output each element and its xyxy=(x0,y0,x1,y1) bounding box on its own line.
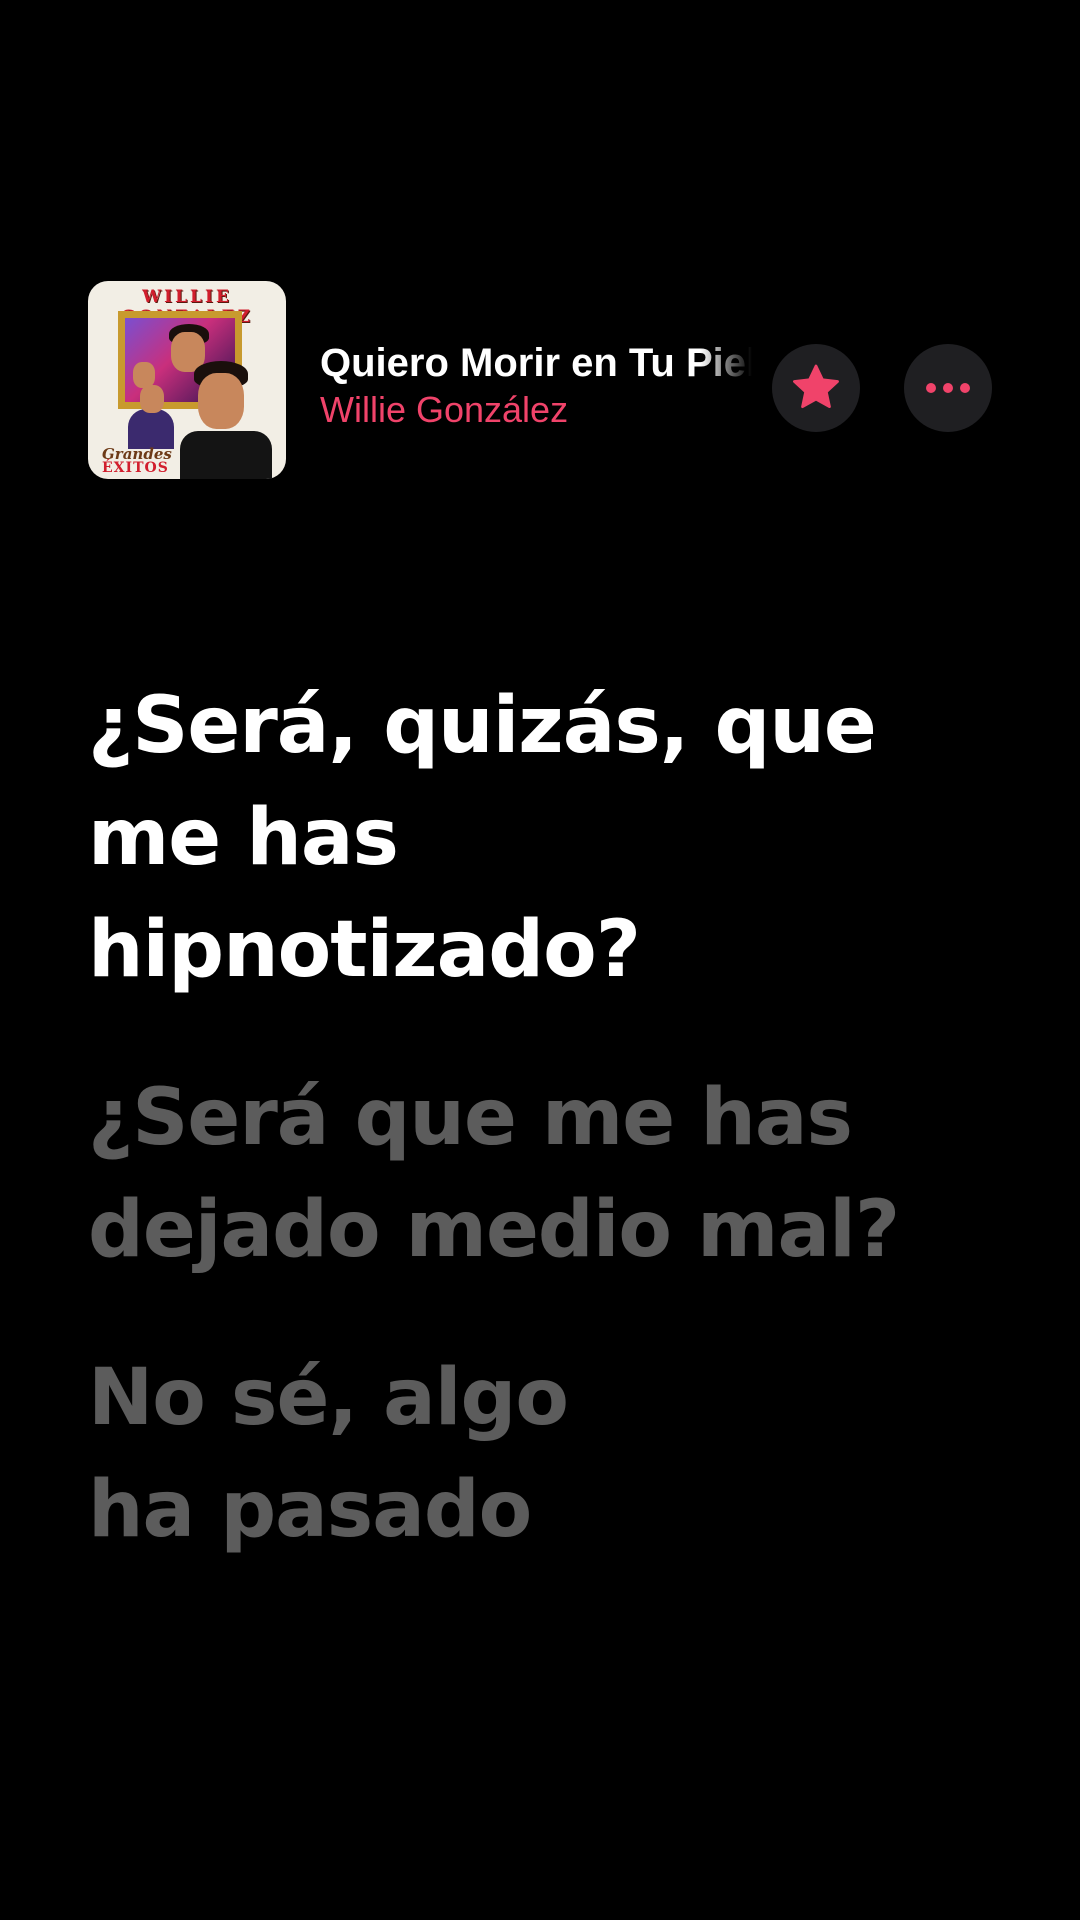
album-artwork[interactable]: WILLIE GONZALEZ Grandes ÉXITOS xyxy=(88,281,286,479)
lyric-line-current[interactable]: ¿Será, quizás, que me has hipnotizado? xyxy=(88,670,1018,1006)
ellipsis-icon xyxy=(926,383,970,393)
more-options-button[interactable] xyxy=(904,344,992,432)
lyric-line-upcoming[interactable]: No sé, algo ha pasado xyxy=(88,1342,1018,1566)
favorite-button[interactable] xyxy=(772,344,860,432)
track-title: Quiero Morir en Tu Piel xyxy=(320,341,752,385)
now-playing-header: WILLIE GONZALEZ Grandes ÉXITOS Quiero Mo… xyxy=(88,281,1000,479)
track-info[interactable]: Quiero Morir en Tu Piel Willie González xyxy=(320,340,752,432)
artist-name[interactable]: Willie González xyxy=(320,388,752,432)
lyrics-screen: WILLIE GONZALEZ Grandes ÉXITOS Quiero Mo… xyxy=(0,0,1080,1920)
lyrics-list: ¿Será, quizás, que me has hipnotizado? ¿… xyxy=(88,670,1018,1622)
artwork-subtitle: Grandes ÉXITOS xyxy=(102,445,172,476)
star-icon xyxy=(793,364,839,409)
lyric-line-next[interactable]: ¿Será que me has dejado medio mal? xyxy=(88,1062,1018,1286)
